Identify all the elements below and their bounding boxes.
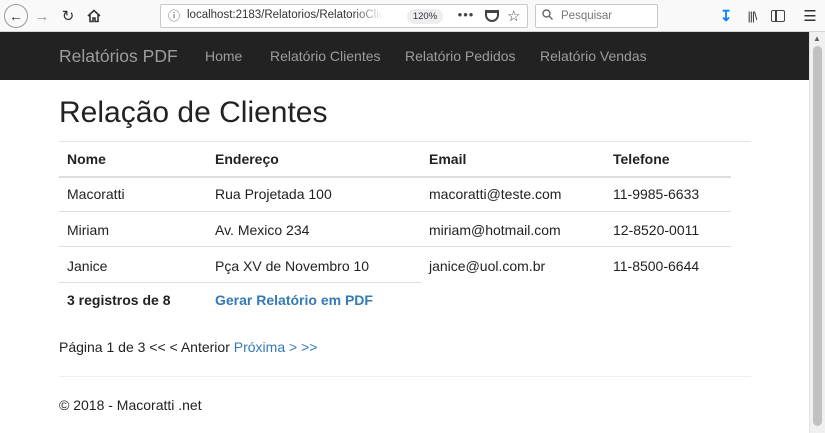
page-actions-icon[interactable]: ••• (457, 7, 475, 22)
table-cell-telefone: 11-8500-6644 (613, 258, 700, 274)
table-cell-telefone: 11-9985-6633 (613, 186, 700, 202)
column-header-telefone: Telefone (613, 151, 670, 167)
zoom-indicator[interactable]: 120% (407, 9, 443, 24)
table-cell-telefone: 12-8520-0011 (613, 222, 700, 238)
table-cell-nome: Janice (67, 258, 108, 274)
row-divider (59, 282, 421, 283)
scroll-up-arrow-icon[interactable]: ▲ (813, 34, 821, 43)
table-cell-email: macoratti@teste.com (429, 186, 562, 202)
footer-copyright: © 2018 - Macoratti .net (59, 397, 202, 413)
table-cell-endereco: Rua Projetada 100 (215, 186, 332, 202)
sidebar-toggle-button[interactable] (768, 4, 788, 28)
table-cell-email: janice@uol.com.br (429, 258, 546, 274)
scrollbar-thumb[interactable] (813, 46, 822, 426)
pagination-first: << (149, 339, 166, 355)
library-icon: |||\ (747, 9, 758, 23)
row-divider (59, 246, 731, 247)
bookmark-star-icon[interactable]: ☆ (507, 7, 520, 25)
search-placeholder: Pesquisar (561, 10, 613, 22)
forward-button[interactable]: → (32, 4, 52, 28)
page-scrollbar[interactable]: ▲ (809, 32, 825, 433)
header-divider (59, 176, 731, 178)
pagination-previous: < Anterior (169, 339, 230, 355)
reload-button[interactable]: ↻ (58, 4, 78, 28)
title-divider (59, 141, 751, 142)
navbar-brand[interactable]: Relatórios PDF (59, 46, 178, 67)
back-arrow-icon: ← (9, 8, 23, 24)
menu-button[interactable]: ☰ (800, 4, 820, 28)
nav-item-home[interactable]: Home (205, 48, 242, 64)
pagination-next-link[interactable]: Próxima > (234, 339, 297, 355)
hamburger-menu-icon: ☰ (803, 8, 817, 25)
row-divider (59, 211, 731, 212)
sidebar-icon (771, 10, 785, 22)
generate-pdf-link[interactable]: Gerar Relatório em PDF (215, 292, 373, 308)
page-title: Relação de Clientes (59, 96, 328, 129)
home-button[interactable] (84, 4, 104, 28)
table-cell-email: miriam@hotmail.com (429, 222, 561, 238)
back-button[interactable]: ← (4, 4, 28, 28)
search-input[interactable]: Pesquisar (535, 4, 658, 28)
nav-item-relatorio-vendas[interactable]: Relatório Vendas (540, 48, 647, 64)
address-bar[interactable]: ⓘ localhost:2183/Relatorios/RelatorioCli… (160, 4, 528, 28)
pagination: Página 1 de 3 << < Anterior Próxima > >> (59, 339, 317, 355)
table-cell-endereco: Av. Mexico 234 (215, 222, 310, 238)
search-icon (542, 9, 553, 20)
column-header-nome: Nome (67, 151, 106, 167)
forward-arrow-icon: → (34, 7, 50, 25)
top-navbar: Relatórios PDF Home Relatório Clientes R… (0, 32, 809, 80)
download-button[interactable]: ↧ (716, 4, 736, 28)
home-icon (87, 9, 101, 23)
table-cell-endereco: Pça XV de Novembro 10 (215, 258, 370, 274)
nav-item-relatorio-pedidos[interactable]: Relatório Pedidos (405, 48, 516, 64)
library-button[interactable]: |||\ (742, 4, 762, 28)
column-header-email: Email (429, 151, 467, 167)
reload-icon: ↻ (61, 8, 75, 25)
url-text[interactable]: localhost:2183/Relatorios/RelatorioClien… (187, 9, 383, 21)
pocket-icon[interactable] (485, 10, 499, 22)
download-icon: ↧ (719, 8, 733, 25)
footer-divider (59, 376, 751, 377)
pagination-last-link[interactable]: >> (301, 339, 317, 355)
nav-item-relatorio-clientes[interactable]: Relatório Clientes (270, 48, 381, 64)
pagination-info: Página 1 de 3 (59, 339, 146, 355)
site-info-icon[interactable]: ⓘ (167, 8, 181, 23)
record-count: 3 registros de 8 (67, 292, 171, 308)
table-cell-nome: Miriam (67, 222, 109, 238)
browser-toolbar: ← → ↻ ⓘ localhost:2183/Relatorios/Relato… (0, 0, 825, 32)
column-header-endereco: Endereço (215, 151, 279, 167)
table-cell-nome: Macoratti (67, 186, 125, 202)
